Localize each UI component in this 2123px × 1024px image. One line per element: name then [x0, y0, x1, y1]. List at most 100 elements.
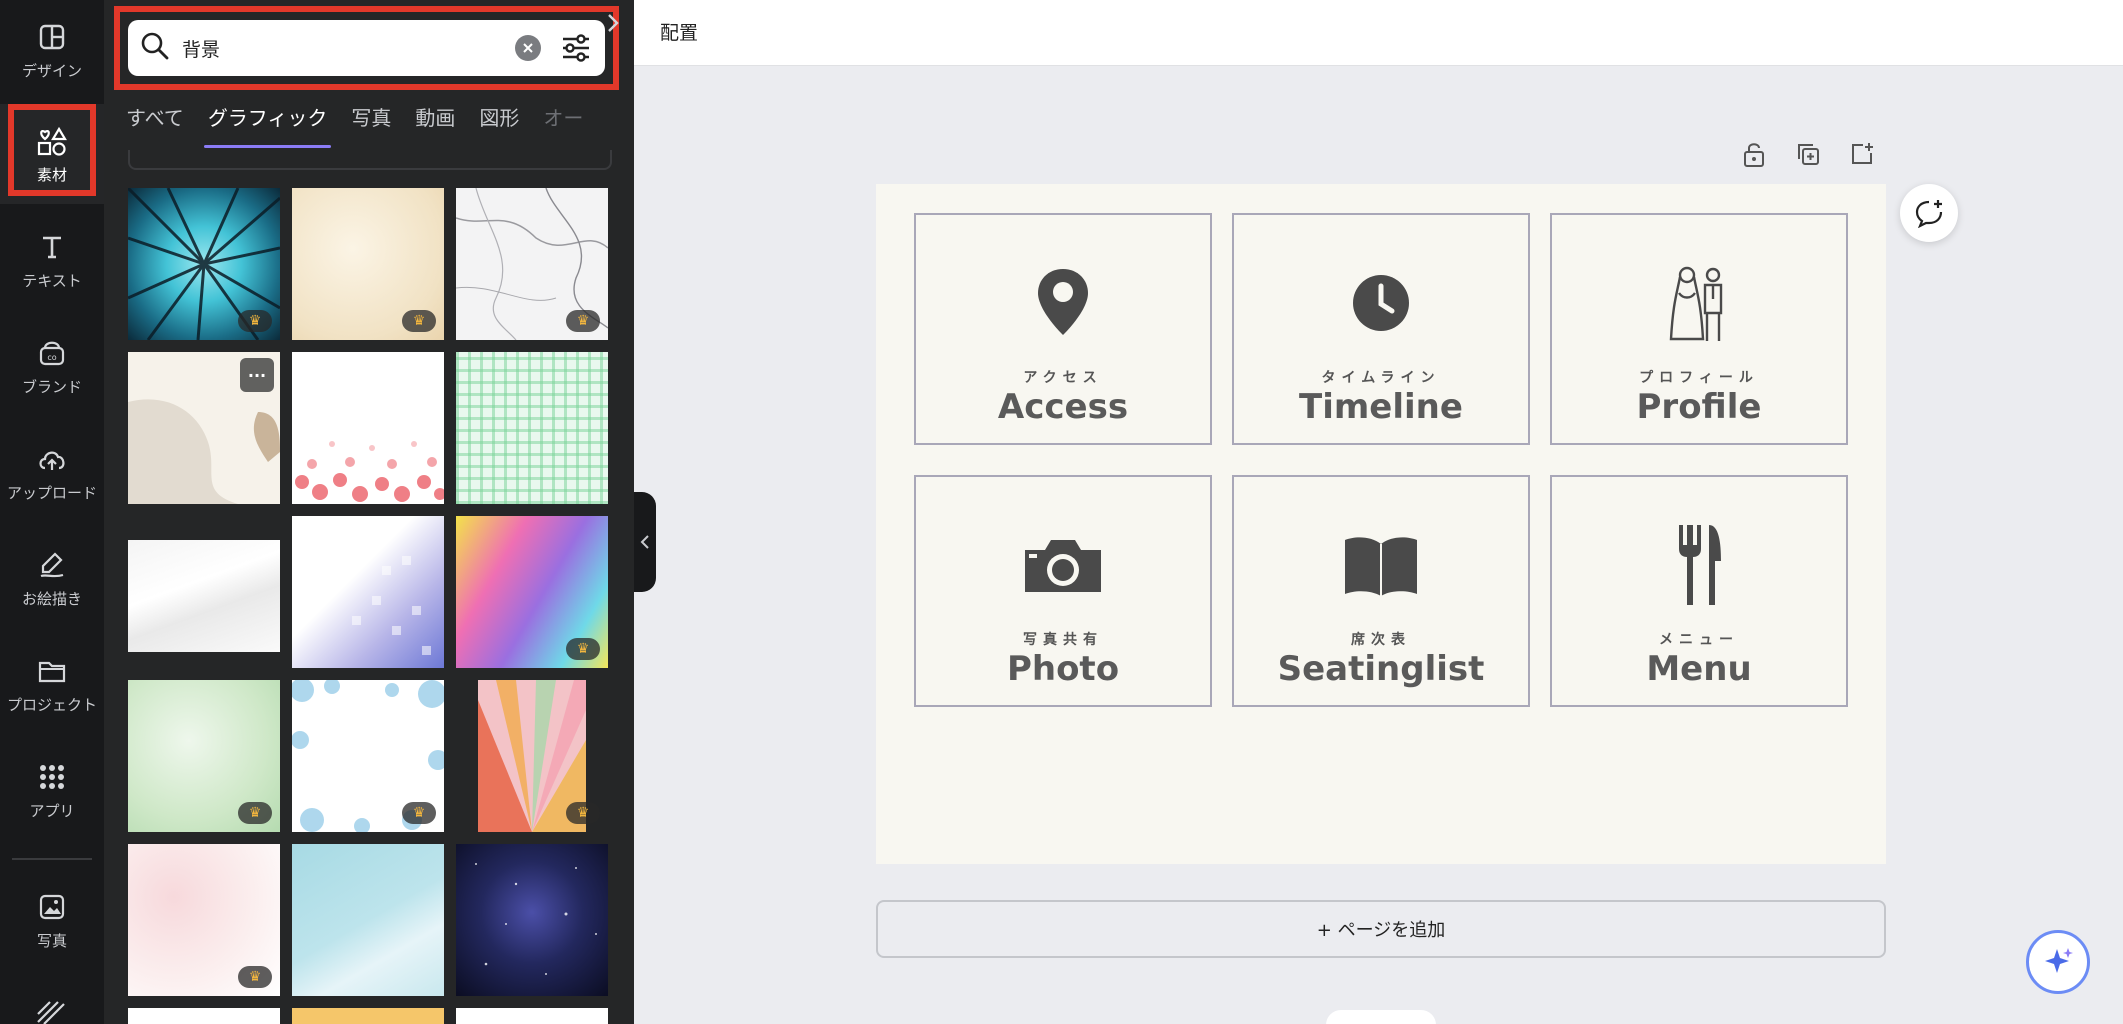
crown-icon: ♛ — [238, 802, 272, 824]
more-options-button[interactable]: ··· — [240, 358, 274, 392]
rail-item-projects[interactable]: プロジェクト — [0, 634, 104, 734]
add-page-button[interactable]: + ページを追加 — [876, 900, 1886, 958]
tab-all[interactable]: すべて — [126, 100, 184, 148]
rail-item-brand[interactable]: co ブランド — [0, 316, 104, 416]
camera-icon — [916, 523, 1210, 607]
design-page[interactable]: アクセス Access タイムライン Timeline プロフィール Profi… — [876, 184, 1886, 864]
crown-icon: ♛ — [566, 638, 600, 660]
collapse-panel-button[interactable] — [634, 492, 656, 592]
graphic-thumb[interactable] — [128, 1008, 280, 1024]
card-timeline[interactable]: タイムライン Timeline — [1232, 213, 1530, 445]
photo-icon — [35, 890, 69, 924]
card-seatinglist[interactable]: 席次表 Seatinglist — [1232, 475, 1530, 707]
crown-icon: ♛ — [238, 966, 272, 988]
cutlery-icon — [1552, 523, 1846, 607]
card-menu[interactable]: メニュー Menu — [1550, 475, 1848, 707]
chevron-left-icon — [640, 535, 649, 549]
rail-label-text: テキスト — [22, 271, 82, 290]
rail-divider — [12, 858, 92, 860]
rail-label-projects: プロジェクト — [6, 695, 97, 714]
graphic-thumb[interactable]: ♛ — [128, 188, 280, 340]
editor-topbar: 配置 — [634, 0, 2123, 66]
graphic-thumb[interactable]: ♛ — [456, 188, 608, 340]
card-subtitle: 席次表 — [1351, 632, 1411, 648]
rail-item-elements[interactable]: 素材 — [0, 104, 104, 204]
graphic-thumb[interactable]: ♛ — [292, 680, 444, 832]
tab-audio[interactable]: オー — [543, 100, 583, 148]
tab-shapes[interactable]: 図形 — [479, 100, 519, 148]
graphic-thumb[interactable]: ♛ — [456, 680, 608, 832]
app-root: デザイン 素材 テキスト co ブランド アップロード お絵描き プロジェクト … — [0, 0, 2123, 1024]
chevron-right-icon[interactable] — [606, 12, 620, 40]
graphic-thumb[interactable] — [292, 516, 444, 668]
rail-item-design[interactable]: デザイン — [0, 0, 104, 100]
card-title: Profile — [1636, 387, 1762, 427]
tab-graphics[interactable]: グラフィック — [203, 100, 332, 148]
card-subtitle: タイムライン — [1321, 370, 1441, 386]
graphic-thumb[interactable] — [456, 844, 608, 996]
rail-item-text[interactable]: テキスト — [0, 210, 104, 310]
folder-icon — [35, 654, 69, 688]
card-title: Timeline — [1299, 387, 1463, 427]
apps-grid-icon — [35, 760, 69, 794]
graphic-thumb[interactable] — [456, 352, 608, 504]
search-highlight-box — [114, 6, 619, 90]
tab-videos[interactable]: 動画 — [415, 100, 455, 148]
rail-label-upload: アップロード — [6, 483, 97, 502]
card-title: Access — [997, 387, 1129, 427]
duplicate-page-icon[interactable] — [1794, 140, 1822, 168]
graphic-thumb[interactable] — [292, 352, 444, 504]
tab-photos[interactable]: 写真 — [351, 100, 391, 148]
position-button[interactable]: 配置 — [660, 18, 698, 45]
left-rail: デザイン 素材 テキスト co ブランド アップロード お絵描き プロジェクト … — [0, 0, 104, 1024]
graphic-thumb[interactable] — [456, 1008, 608, 1024]
rail-label-photos: 写真 — [36, 931, 67, 950]
clock-icon — [1234, 261, 1528, 345]
rail-item-photos[interactable]: 写真 — [0, 870, 104, 970]
crown-icon: ♛ — [566, 310, 600, 332]
search-input[interactable] — [182, 37, 515, 59]
page-tools — [1740, 140, 1876, 168]
card-photo[interactable]: 写真共有 Photo — [914, 475, 1212, 707]
graphic-thumb[interactable]: ♛ — [456, 516, 608, 668]
card-profile[interactable]: プロフィール Profile — [1550, 213, 1848, 445]
magic-assistant-button[interactable] — [2026, 930, 2090, 994]
rail-item-draw[interactable]: お絵描き — [0, 528, 104, 628]
graphic-thumb[interactable] — [292, 1008, 444, 1024]
search-box — [128, 20, 605, 76]
card-access[interactable]: アクセス Access — [914, 213, 1212, 445]
graphic-thumb[interactable]: ♛ — [128, 680, 280, 832]
pattern-icon[interactable] — [36, 1000, 66, 1024]
rail-label-design: デザイン — [21, 61, 82, 80]
layout-icon — [35, 20, 69, 54]
page-indicator-pill[interactable] — [1326, 1010, 1436, 1024]
svg-text:co: co — [47, 353, 56, 362]
brand-icon: co — [35, 336, 69, 370]
graphic-thumb[interactable] — [292, 844, 444, 996]
lock-icon[interactable] — [1740, 140, 1768, 168]
add-page-icon[interactable] — [1848, 140, 1876, 168]
rail-item-apps[interactable]: アプリ — [0, 740, 104, 840]
rail-label-brand: ブランド — [21, 377, 82, 396]
crown-icon: ♛ — [402, 802, 436, 824]
category-tabs: すべて グラフィック 写真 動画 図形 オー — [126, 100, 634, 148]
card-subtitle: メニュー — [1659, 632, 1739, 648]
filter-button[interactable] — [559, 31, 593, 65]
rail-item-upload[interactable]: アップロード — [0, 422, 104, 522]
close-icon — [523, 43, 533, 53]
graphic-thumb[interactable]: ··· — [128, 352, 280, 504]
sliders-icon — [563, 34, 589, 62]
map-pin-icon — [916, 261, 1210, 345]
graphic-thumb[interactable]: ♛ — [292, 188, 444, 340]
upload-cloud-icon — [35, 442, 69, 476]
crown-icon: ♛ — [238, 310, 272, 332]
rail-label-apps: アプリ — [29, 801, 75, 820]
clear-search-button[interactable] — [515, 35, 541, 61]
graphic-thumb[interactable] — [128, 540, 280, 652]
couple-icon — [1552, 261, 1846, 345]
card-title: Photo — [1006, 649, 1120, 689]
rail-label-draw: お絵描き — [21, 589, 82, 608]
text-icon — [35, 230, 69, 264]
comment-button[interactable] — [1900, 184, 1958, 242]
graphic-thumb[interactable]: ♛ — [128, 844, 280, 996]
